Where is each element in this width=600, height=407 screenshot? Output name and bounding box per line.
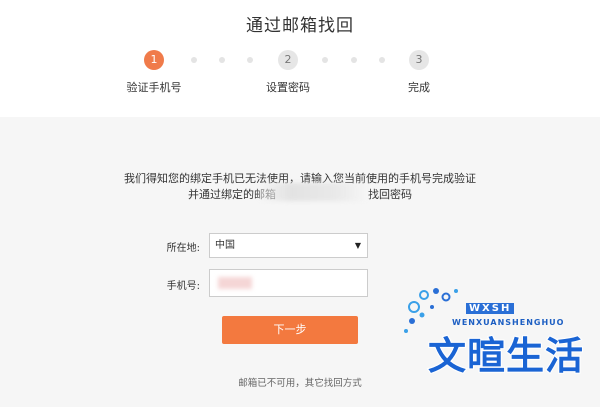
- watermark-logo: WXSH WENXUANSHENGHUO 文暄生活: [402, 285, 594, 395]
- phone-label: 手机号:: [166, 281, 200, 292]
- header-section: 通过邮箱找回 1 验证手机号 2 设置密码 3 完成: [0, 0, 600, 117]
- step-1: 1 验证手机号: [109, 50, 199, 95]
- location-label: 所在地:: [166, 243, 200, 254]
- progress-dot: [219, 57, 225, 63]
- redacted-phone: [218, 277, 252, 289]
- redacted-email: [258, 183, 368, 201]
- page-title: 通过邮箱找回: [246, 16, 354, 36]
- progress-dot: [191, 57, 197, 63]
- step-1-label: 验证手机号: [126, 81, 182, 94]
- step-2: 2 设置密码: [243, 50, 333, 95]
- step-1-number: 1: [144, 50, 164, 70]
- phone-input[interactable]: [209, 269, 368, 297]
- location-select[interactable]: 中国 ▼: [209, 233, 368, 258]
- step-2-label: 设置密码: [266, 81, 310, 94]
- progress-dot: [351, 57, 357, 63]
- location-selected-value: 中国: [215, 240, 235, 251]
- step-3-label: 完成: [408, 81, 430, 94]
- progress-dot: [322, 57, 328, 63]
- step-2-number: 2: [278, 50, 298, 70]
- step-3: 3 完成: [374, 50, 464, 95]
- watermark-small-text: WXSH: [466, 303, 515, 314]
- step-3-number: 3: [409, 50, 429, 70]
- next-button[interactable]: 下一步: [222, 316, 358, 344]
- watermark-chinese-text: 文暄生活: [427, 333, 585, 379]
- caret-down-icon: ▼: [354, 241, 361, 250]
- description-line-2-suffix: 找回密码: [368, 188, 412, 201]
